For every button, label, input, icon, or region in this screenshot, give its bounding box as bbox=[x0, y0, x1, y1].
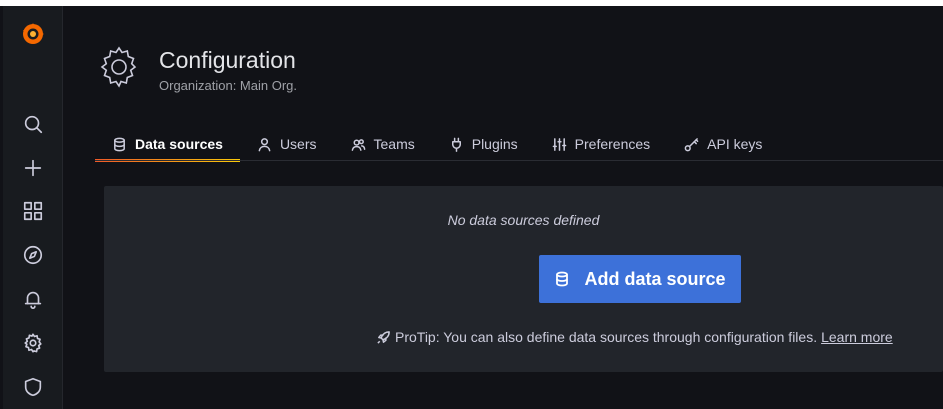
explore-compass-icon[interactable] bbox=[21, 243, 45, 267]
tab-label: Preferences bbox=[574, 136, 651, 152]
gear-icon[interactable] bbox=[21, 331, 45, 355]
page-title: Configuration bbox=[159, 47, 296, 73]
protip-text: ProTip: You can also define data sources… bbox=[395, 329, 818, 345]
user-icon bbox=[258, 137, 271, 151]
empty-state-card: No data sources defined Add data source … bbox=[104, 186, 943, 372]
tab-bar: Data sources Users Teams Plugins Prefere… bbox=[95, 128, 779, 162]
key-icon bbox=[684, 137, 699, 151]
users-icon bbox=[351, 138, 365, 151]
dashboards-icon[interactable] bbox=[21, 199, 45, 223]
tab-label: Users bbox=[279, 136, 317, 152]
cog-icon bbox=[96, 44, 142, 90]
tab-label: Teams bbox=[373, 136, 415, 152]
plus-icon[interactable] bbox=[21, 156, 45, 180]
app-window: Configuration Organization: Main Org. Da… bbox=[0, 6, 943, 409]
tab-api-keys[interactable]: API keys bbox=[667, 128, 779, 160]
grafana-logo-icon[interactable] bbox=[3, 6, 62, 62]
tab-plugins[interactable]: Plugins bbox=[432, 128, 535, 160]
tab-divider bbox=[95, 160, 943, 161]
shield-icon[interactable] bbox=[21, 375, 45, 399]
add-data-source-label: Add data source bbox=[584, 268, 726, 289]
learn-more-link[interactable]: Learn more bbox=[821, 329, 893, 345]
sidebar bbox=[3, 6, 63, 409]
tab-users[interactable]: Users bbox=[240, 128, 334, 160]
tab-teams[interactable]: Teams bbox=[334, 128, 432, 160]
sliders-icon bbox=[552, 137, 566, 151]
database-icon bbox=[556, 271, 569, 287]
empty-state-title: No data sources defined bbox=[447, 212, 600, 228]
tab-label: Plugins bbox=[471, 136, 518, 152]
database-icon bbox=[114, 137, 125, 151]
plug-icon bbox=[451, 137, 461, 152]
bell-icon[interactable] bbox=[21, 287, 45, 311]
page-subtitle: Organization: Main Org. bbox=[159, 78, 298, 93]
tab-data-sources[interactable]: Data sources bbox=[95, 128, 240, 162]
protip: ProTip: You can also define data sources… bbox=[376, 329, 893, 345]
rocket-icon bbox=[377, 330, 390, 344]
tab-label: API keys bbox=[707, 136, 763, 152]
search-icon[interactable] bbox=[21, 112, 45, 136]
tab-label: Data sources bbox=[135, 136, 223, 152]
tab-preferences[interactable]: Preferences bbox=[535, 128, 667, 160]
add-data-source-button[interactable]: Add data source bbox=[539, 255, 741, 303]
